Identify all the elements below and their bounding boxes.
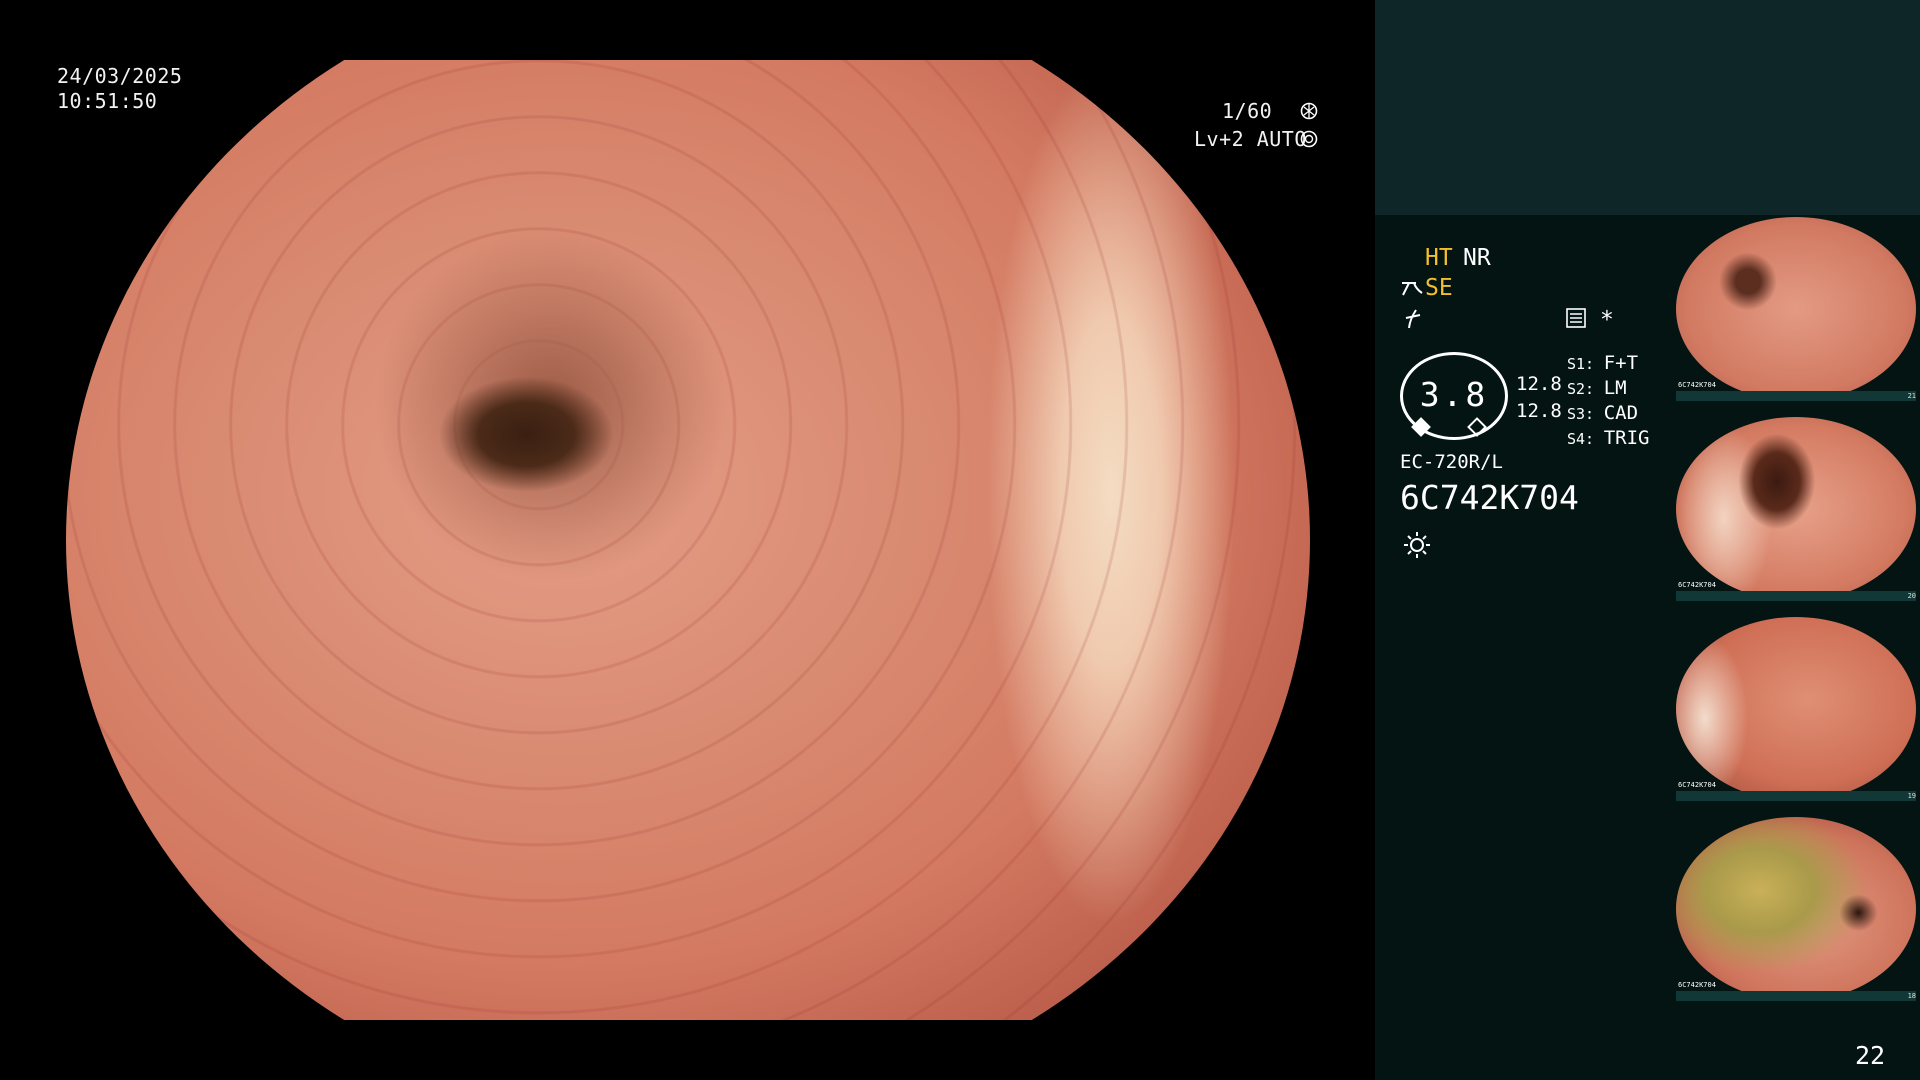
thumbnail[interactable]: 6C742K704 18 xyxy=(1672,817,1920,1001)
thumbnail-image xyxy=(1676,217,1916,401)
thumbnail-bar xyxy=(1676,791,1916,801)
exposure-level-label: Lv+2 AUTO xyxy=(1194,127,1307,151)
time-label: 10:51:50 xyxy=(57,89,158,113)
flash-icon xyxy=(1405,309,1421,329)
se-mode-label: SE xyxy=(1425,275,1453,301)
thumbnail-bar xyxy=(1676,991,1916,1001)
gauge-side-bottom: 12.8 xyxy=(1516,400,1562,422)
settings-list: S1: F+T S2: LM S3: CAD S4: TRIG xyxy=(1567,350,1650,450)
thumbnail-index: 21 xyxy=(1907,392,1916,400)
setting-key: S3: xyxy=(1567,405,1595,423)
setting-key: S4: xyxy=(1567,430,1595,448)
thumbnail-bar xyxy=(1676,591,1916,601)
date-label: 24/03/2025 xyxy=(57,64,183,88)
auto-exposure-icon xyxy=(1300,130,1318,148)
setting-key: S1: xyxy=(1567,355,1595,373)
nr-mode-label: NR xyxy=(1463,245,1491,271)
thumbnail-bar xyxy=(1676,391,1916,401)
setting-value: LM xyxy=(1603,377,1627,399)
page-number: 22 xyxy=(1855,1041,1886,1070)
setting-key: S2: xyxy=(1567,380,1595,398)
scope-model-label: EC-720R/L xyxy=(1400,451,1503,473)
thumbnail-index: 20 xyxy=(1907,592,1916,600)
thumbnail-label: 6C742K704 xyxy=(1678,981,1716,989)
light-icon xyxy=(1404,532,1430,558)
thumbnail[interactable]: 6C742K704 20 xyxy=(1672,417,1920,601)
setting-row: S3: CAD xyxy=(1567,400,1650,425)
gauge-value: 3.8 xyxy=(1419,375,1489,414)
shutter-icon xyxy=(1300,102,1318,120)
scope-icon xyxy=(1402,282,1423,296)
setting-row: S2: LM xyxy=(1567,375,1650,400)
thumbnail[interactable]: 6C742K704 19 xyxy=(1672,617,1920,801)
setting-value: F+T xyxy=(1603,352,1639,374)
setting-value: TRIG xyxy=(1603,427,1650,449)
setting-row: S1: F+T xyxy=(1567,350,1650,375)
thumbnail-index: 19 xyxy=(1907,792,1916,800)
thumbnail-label: 6C742K704 xyxy=(1678,781,1716,789)
header-panel xyxy=(1375,0,1920,215)
setting-row: S4: TRIG xyxy=(1567,425,1650,450)
thumbnail-label: 6C742K704 xyxy=(1678,381,1716,389)
star-label: * xyxy=(1600,307,1614,333)
thumbnail-image xyxy=(1676,817,1916,1001)
thumbnail-label: 6C742K704 xyxy=(1678,581,1716,589)
thumbnail[interactable]: 6C742K704 21 xyxy=(1672,217,1920,401)
thumbnail-image xyxy=(1676,617,1916,801)
setting-value: CAD xyxy=(1603,402,1639,424)
gauge-side-top: 12.8 xyxy=(1516,373,1562,395)
serial-number: 6C742K704 xyxy=(1400,478,1579,517)
memory-icon xyxy=(1566,308,1586,328)
thumbnail-image xyxy=(1676,417,1916,601)
endoscopy-view xyxy=(66,60,1310,1020)
ht-mode-label: HT xyxy=(1425,245,1453,271)
thumbnail-index: 18 xyxy=(1907,992,1916,1000)
shutter-label: 1/60 xyxy=(1222,99,1273,123)
